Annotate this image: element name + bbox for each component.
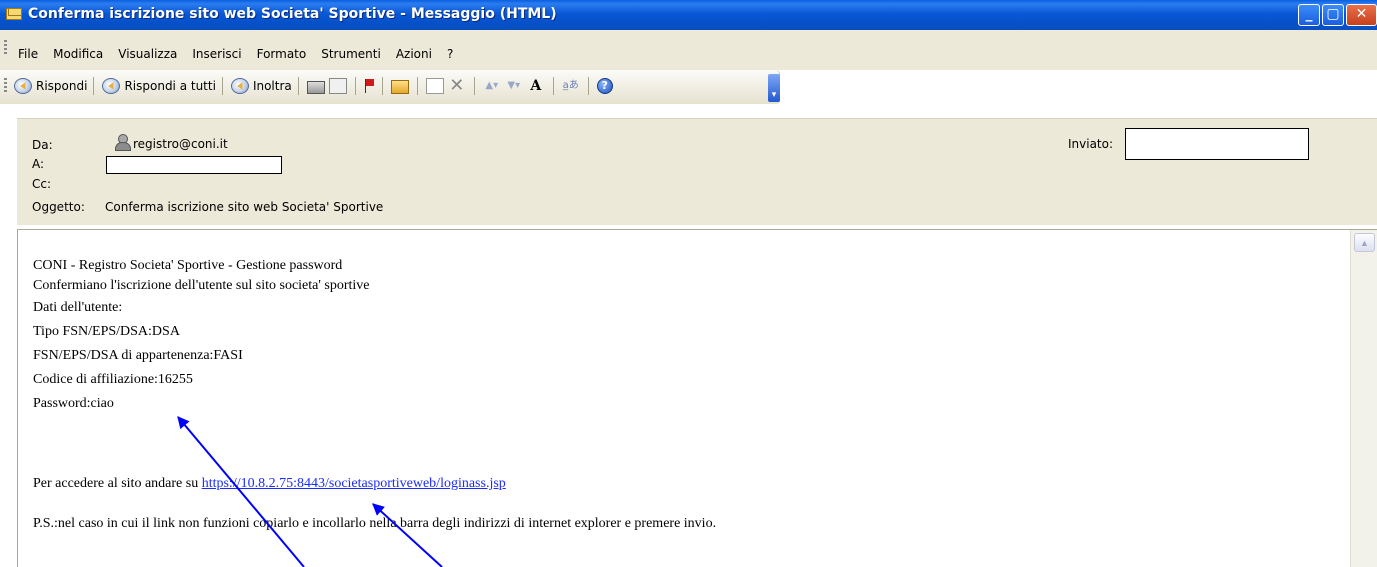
user-icon [114, 134, 131, 151]
menu-file[interactable]: File [18, 47, 38, 61]
forward-icon [230, 78, 249, 94]
body-line-access: Per accedere al sito andare su https://1… [33, 472, 716, 496]
sent-redaction-box [1125, 128, 1309, 160]
toolbar-separator [93, 77, 95, 95]
body-text: CONI - Registro Societa' Sportive - Gest… [33, 256, 716, 536]
subject-label: Oggetto: [32, 200, 85, 214]
body-line-title: CONI - Registro Societa' Sportive - Gest… [33, 258, 343, 273]
toolbar-grip-handle[interactable] [4, 78, 7, 94]
from-value[interactable]: registro@coni.it [133, 137, 228, 151]
toolbar-separator [354, 77, 356, 95]
body-line-user-data: Dati dell'utente: [33, 300, 123, 315]
menu-help[interactable]: ? [447, 47, 453, 61]
message-header: Da: registro@coni.it A: Cc: Oggetto: Con… [17, 118, 1377, 225]
toolbar-options-icon[interactable]: ▾ [768, 74, 780, 102]
sent-label: Inviato: [1068, 137, 1114, 151]
body-line-federation: FSN/EPS/DSA di appartenenza:FASI [33, 348, 243, 363]
reply-icon [14, 78, 32, 94]
toolbar-buttons: Rispondi Rispondi a tutti Inoltra ✕ ▲▾ ▼… [12, 75, 615, 97]
menu-modifica[interactable]: Modifica [53, 47, 103, 61]
print-icon[interactable] [306, 80, 325, 94]
next-icon[interactable]: ▼▾ [505, 78, 523, 94]
reply-all-icon [102, 78, 121, 94]
body-line-affiliation-code: Codice di affiliazione:16255 [33, 372, 193, 387]
menu-items: File Modifica Visualizza Inserisci Forma… [18, 47, 468, 61]
encoding-icon[interactable]: a̲あ [562, 78, 580, 94]
toolbar-separator [297, 77, 299, 95]
login-link[interactable]: https://10.8.2.75:8443/societasportivewe… [202, 476, 506, 491]
toolbar-separator [381, 77, 383, 95]
maximize-button[interactable]: ▢ [1322, 4, 1344, 26]
menu-inserisci[interactable]: Inserisci [192, 47, 241, 61]
toolbar-separator [587, 77, 589, 95]
menu-formato[interactable]: Formato [257, 47, 307, 61]
body-line-type: Tipo FSN/EPS/DSA:DSA [33, 324, 180, 339]
reply-label: Rispondi [36, 79, 88, 93]
reply-all-label: Rispondi a tutti [124, 79, 216, 93]
folder-icon[interactable] [390, 79, 409, 94]
cc-label: Cc: [32, 177, 52, 191]
help-icon[interactable]: ? [596, 78, 613, 94]
font-size-icon[interactable]: A [527, 78, 545, 94]
menu-azioni[interactable]: Azioni [396, 47, 432, 61]
envelope-icon [6, 8, 22, 20]
menu-strumenti[interactable]: Strumenti [321, 47, 381, 61]
toolbar-separator [221, 77, 223, 95]
subject-value: Conferma iscrizione sito web Societa' Sp… [105, 200, 384, 214]
forward-button[interactable]: Inoltra [229, 78, 292, 94]
menu-bar: File Modifica Visualizza Inserisci Forma… [0, 30, 1377, 70]
forward-label: Inoltra [252, 79, 292, 93]
access-prefix: Per accedere al sito andare su [33, 476, 202, 491]
toolbar-separator [473, 77, 475, 95]
menu-visualizza[interactable]: Visualizza [118, 47, 177, 61]
body-line-password: Password:ciao [33, 396, 114, 411]
previous-icon[interactable]: ▲▾ [483, 78, 501, 94]
scroll-up-button[interactable]: ▲ [1354, 233, 1375, 252]
email-window: Conferma iscrizione sito web Societa' Sp… [0, 0, 1377, 567]
toolbar-separator [552, 77, 554, 95]
body-line-ps: P.S.:nel caso in cui il link non funzion… [33, 516, 717, 531]
minimize-button[interactable]: _ [1298, 4, 1320, 26]
menu-grip-handle[interactable] [4, 40, 7, 54]
toolbar-separator [416, 77, 418, 95]
title-bar[interactable]: Conferma iscrizione sito web Societa' Sp… [0, 0, 1377, 30]
delete-icon[interactable] [448, 78, 466, 94]
close-button[interactable]: ✕ [1346, 4, 1377, 26]
window-title: Conferma iscrizione sito web Societa' Sp… [28, 6, 557, 22]
reply-all-button[interactable]: Rispondi a tutti [100, 78, 216, 94]
move-icon[interactable] [425, 78, 444, 94]
vertical-scrollbar[interactable]: ▲ [1350, 230, 1377, 567]
message-body[interactable]: CONI - Registro Societa' Sportive - Gest… [17, 229, 1377, 567]
from-label: Da: [32, 138, 53, 152]
flag-icon[interactable] [364, 78, 374, 94]
to-label: A: [32, 157, 45, 171]
to-redaction-box [106, 156, 282, 174]
copy-icon[interactable] [328, 78, 347, 94]
reply-button[interactable]: Rispondi [12, 78, 87, 94]
standard-toolbar: Rispondi Rispondi a tutti Inoltra ✕ ▲▾ ▼… [0, 70, 780, 104]
body-line-confirm: Confermiano l'iscrizione dell'utente sul… [33, 278, 370, 293]
